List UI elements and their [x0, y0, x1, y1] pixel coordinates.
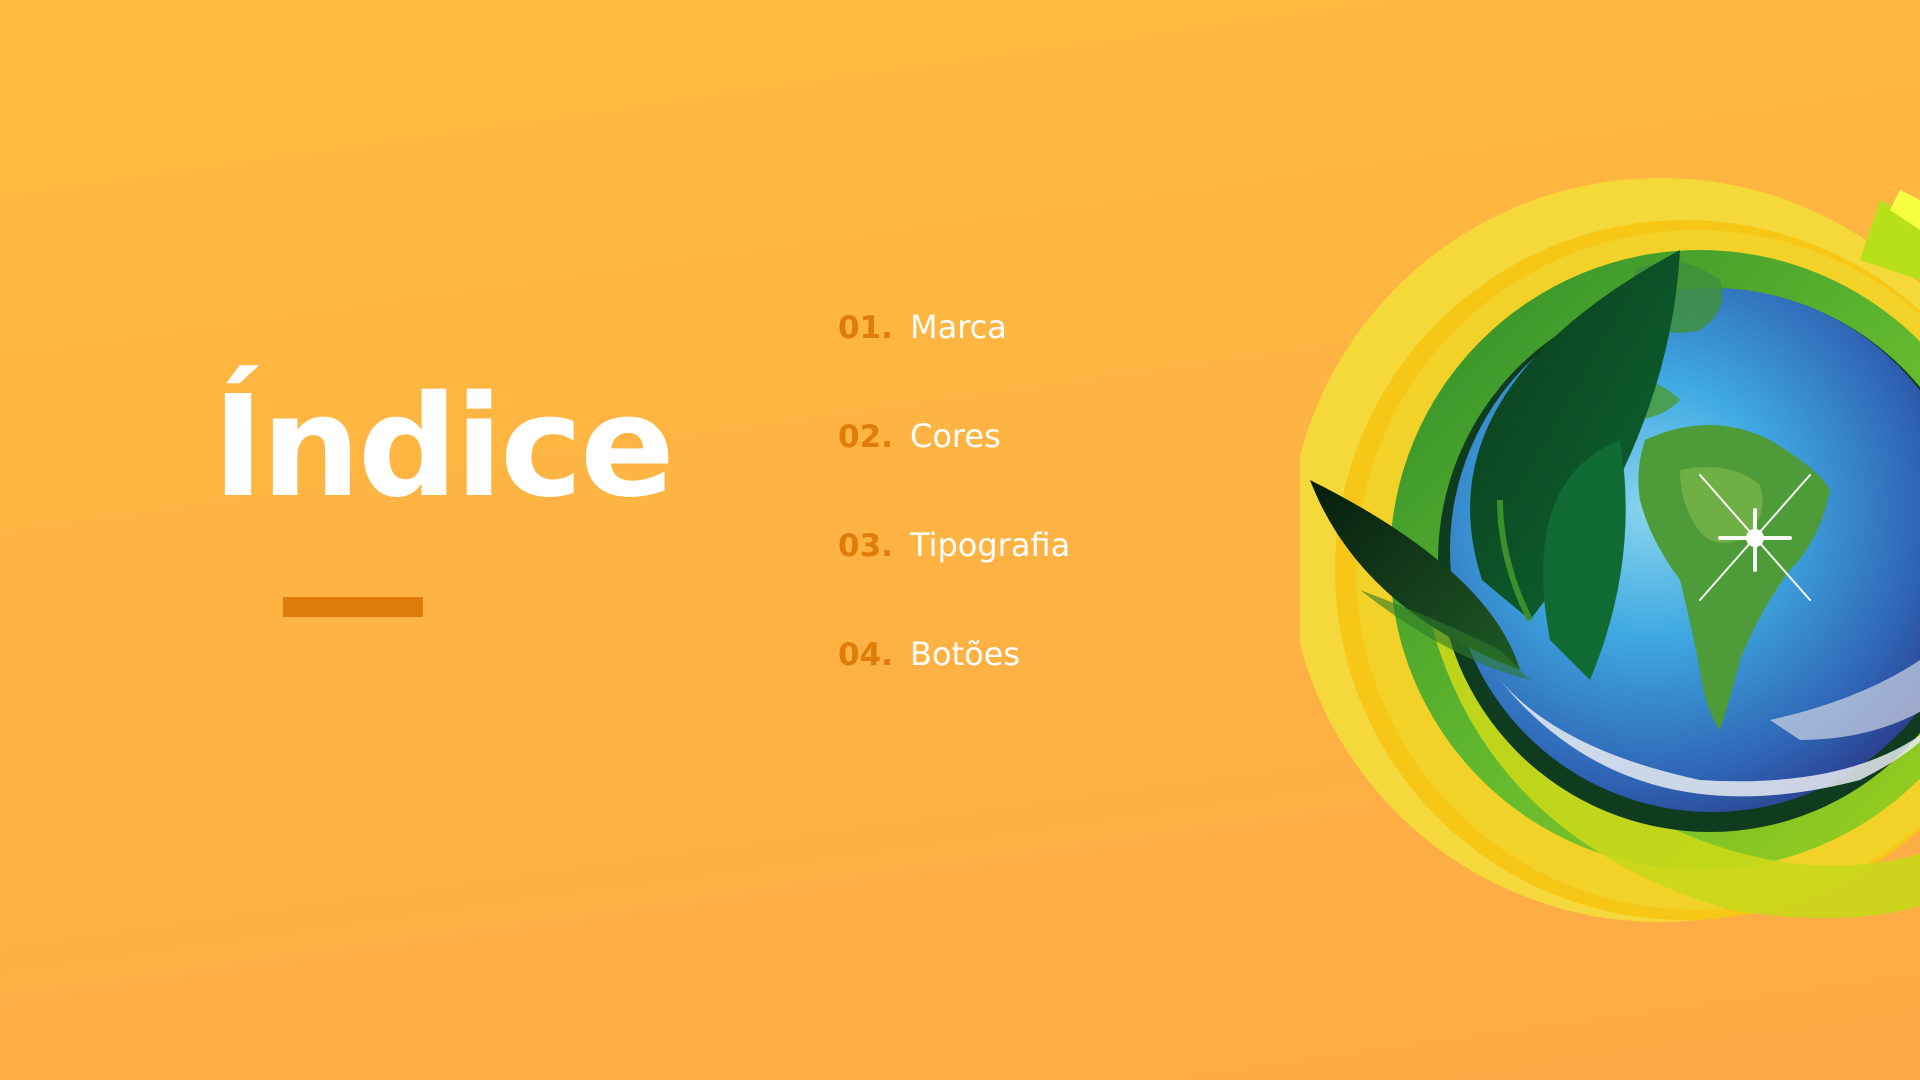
page-title: Índice [212, 366, 675, 529]
toc-item-label: Botões [910, 635, 1021, 673]
toc-item-number: 02. [838, 419, 893, 455]
toc-item-marca[interactable]: 01. Marca [838, 308, 1070, 417]
toc-item-label: Cores [910, 417, 1001, 455]
table-of-contents: 01. Marca 02. Cores 03. Tipografia 04. B… [838, 308, 1070, 744]
toc-item-label: Marca [910, 308, 1007, 346]
toc-item-number: 01. [838, 310, 893, 346]
toc-item-number: 04. [838, 637, 893, 673]
toc-item-label: Tipografia [910, 526, 1071, 564]
title-underline [283, 597, 423, 617]
toc-item-cores[interactable]: 02. Cores [838, 417, 1070, 526]
toc-item-tipografia[interactable]: 03. Tipografia [838, 526, 1070, 635]
toc-item-botoes[interactable]: 04. Botões [838, 635, 1070, 744]
toc-item-number: 03. [838, 528, 893, 564]
globe-leaf-logo-icon [1300, 178, 1920, 922]
